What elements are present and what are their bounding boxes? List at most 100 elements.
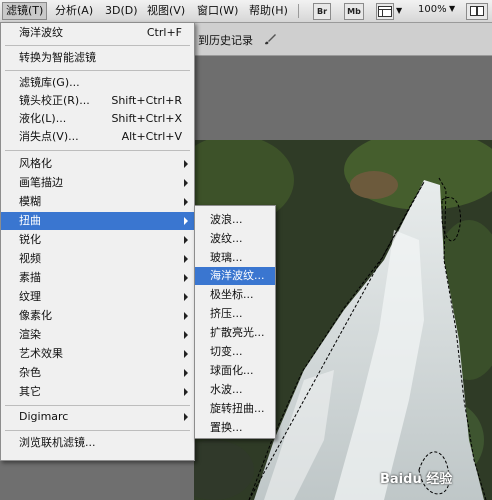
mini-bridge-button[interactable]: Mb [344,3,364,20]
menu-item-label: 模糊 [19,195,41,208]
chevron-right-icon [184,236,188,244]
menu-item-sketch[interactable]: 素描 [1,269,194,287]
menu-separator [5,45,190,46]
menu-item-blur[interactable]: 模糊 [1,193,194,211]
submenu-item-label: 水波... [210,383,243,396]
arrange-documents-icon[interactable] [466,3,488,20]
menu-item-label: 视频 [19,252,41,265]
menu-item-label: 浏览联机滤镜... [19,436,96,449]
menu-item-other[interactable]: 其它 [1,383,194,401]
menu-item-label: 液化(L)... [19,112,67,125]
submenu-item-label: 极坐标... [210,288,254,301]
submenu-item-pinch[interactable]: 挤压... [195,305,275,323]
menu-item-video[interactable]: 视频 [1,250,194,268]
chevron-down-icon[interactable]: ▼ [396,6,402,15]
submenu-item-ripple[interactable]: 波纹... [195,230,275,248]
history-label: 到历史记录 [198,34,253,47]
menu-item-label: 扭曲 [19,214,41,227]
menu-item-ocean-ripple-last[interactable]: 海洋波纹 Ctrl+F [1,24,194,42]
chevron-right-icon [184,350,188,358]
menu-item-label: 转换为智能滤镜 [19,51,96,64]
menu-item-shortcut: Alt+Ctrl+V [121,130,182,143]
menu-item-label: 消失点(V)... [19,130,79,143]
menu-item-pixelate[interactable]: 像素化 [1,307,194,325]
menu-item-label: 其它 [19,385,41,398]
submenu-item-label: 挤压... [210,307,243,320]
baidu-watermark: Baidu 经验 [380,472,453,487]
submenu-item-displace[interactable]: 置换... [195,419,275,437]
submenu-item-label: 扩散亮光... [210,326,265,339]
submenu-item-zigzag[interactable]: 水波... [195,381,275,399]
menu-item-shortcut: Shift+Ctrl+X [111,112,182,125]
menu-separator [5,430,190,431]
submenu-item-diffuse-glow[interactable]: 扩散亮光... [195,324,275,342]
chevron-down-icon[interactable]: ▼ [449,4,455,13]
chevron-right-icon [184,388,188,396]
menu-separator [5,70,190,71]
menu-item-browse-online-filters[interactable]: 浏览联机滤镜... [1,434,194,452]
submenu-item-twirl[interactable]: 旋转扭曲... [195,400,275,418]
menu-item-liquify[interactable]: 液化(L)... Shift+Ctrl+X [1,110,194,128]
menu-view[interactable]: 视图(V) [144,3,188,19]
chevron-right-icon [184,369,188,377]
menu-item-label: 画笔描边 [19,176,63,189]
menu-bar: 滤镜(T) 分析(A) 3D(D) 视图(V) 窗口(W) 帮助(H) Br M… [0,0,492,23]
view-extras-icon[interactable] [376,3,394,20]
menu-item-label: 风格化 [19,157,52,170]
menu-item-texture[interactable]: 纹理 [1,288,194,306]
submenu-item-label: 切变... [210,345,243,358]
menu-item-label: 艺术效果 [19,347,63,360]
menu-item-render[interactable]: 渲染 [1,326,194,344]
menu-item-label: 渲染 [19,328,41,341]
chevron-right-icon [184,274,188,282]
chevron-right-icon [184,179,188,187]
submenu-item-spherize[interactable]: 球面化... [195,362,275,380]
chevron-right-icon [184,331,188,339]
chevron-right-icon [184,160,188,168]
menu-item-shortcut: Shift+Ctrl+R [111,94,182,107]
submenu-item-label: 波浪... [210,213,243,226]
menu-3d[interactable]: 3D(D) [102,3,141,19]
menu-item-distort[interactable]: 扭曲 [1,212,194,230]
submenu-item-ocean-ripple[interactable]: 海洋波纹... [195,267,275,285]
menu-item-brush-strokes[interactable]: 画笔描边 [1,174,194,192]
filter-menu: 海洋波纹 Ctrl+F 转换为智能滤镜 滤镜库(G)... 镜头校正(R)...… [0,22,195,461]
menu-item-label: 纹理 [19,290,41,303]
menu-item-label: 像素化 [19,309,52,322]
bridge-button[interactable]: Br [313,3,331,20]
menu-item-label: 镜头校正(R)... [19,94,90,107]
menu-item-lens-correction[interactable]: 镜头校正(R)... Shift+Ctrl+R [1,92,194,110]
submenu-item-label: 置换... [210,421,243,434]
menu-filter[interactable]: 滤镜(T) [2,2,48,20]
menu-help[interactable]: 帮助(H) [246,3,291,19]
menu-window[interactable]: 窗口(W) [194,3,241,19]
submenu-item-glass[interactable]: 玻璃... [195,249,275,267]
brush-icon[interactable] [262,31,278,47]
submenu-item-label: 玻璃... [210,251,243,264]
distort-submenu: 波浪... 波纹... 玻璃... 海洋波纹... 极坐标... 挤压... 扩… [194,205,276,439]
menu-item-label: 杂色 [19,366,41,379]
menu-item-stylize[interactable]: 风格化 [1,155,194,173]
menu-item-sharpen[interactable]: 锐化 [1,231,194,249]
menu-item-convert-smart-filters[interactable]: 转换为智能滤镜 [1,49,194,67]
menu-item-label: 海洋波纹 [19,26,63,39]
submenu-item-shear[interactable]: 切变... [195,343,275,361]
menu-separator [5,150,190,151]
menu-analysis[interactable]: 分析(A) [52,3,96,19]
chevron-right-icon [184,413,188,421]
menu-item-artistic[interactable]: 艺术效果 [1,345,194,363]
chevron-right-icon [184,312,188,320]
menu-item-digimarc[interactable]: Digimarc [1,408,194,426]
submenu-item-label: 波纹... [210,232,243,245]
chevron-right-icon [184,217,188,225]
menu-item-filter-gallery[interactable]: 滤镜库(G)... [1,74,194,92]
submenu-item-label: 旋转扭曲... [210,402,265,415]
submenu-item-label: 球面化... [210,364,254,377]
menu-separator [298,4,299,18]
submenu-item-wave[interactable]: 波浪... [195,211,275,229]
zoom-level[interactable]: 100% [418,4,447,15]
menu-item-noise[interactable]: 杂色 [1,364,194,382]
menu-item-label: 锐化 [19,233,41,246]
submenu-item-polar-coordinates[interactable]: 极坐标... [195,286,275,304]
menu-item-vanishing-point[interactable]: 消失点(V)... Alt+Ctrl+V [1,128,194,146]
